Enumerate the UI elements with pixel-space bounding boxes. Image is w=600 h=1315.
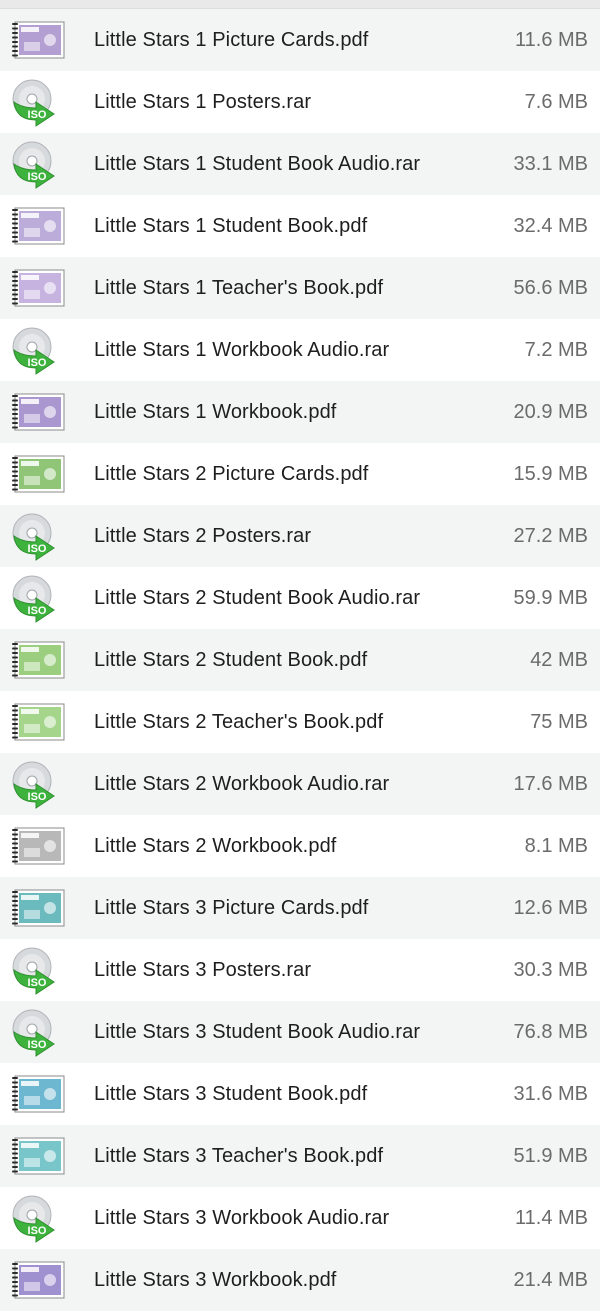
svg-text:ISO: ISO: [28, 1039, 47, 1051]
file-size: 30.3 MB: [513, 958, 588, 981]
file-row[interactable]: Little Stars 2 Teacher's Book.pdf 75 MB: [0, 691, 600, 753]
file-row[interactable]: Little Stars 1 Student Book.pdf 32.4 MB: [0, 195, 600, 257]
pdf-book-icon: [0, 877, 94, 939]
svg-text:ISO: ISO: [28, 109, 47, 121]
file-name: Little Stars 1 Student Book.pdf: [94, 214, 368, 237]
file-size: 76.8 MB: [513, 1020, 588, 1043]
file-name: Little Stars 2 Workbook.pdf: [94, 834, 337, 857]
pdf-book-icon: [0, 381, 94, 443]
file-row[interactable]: Little Stars 2 Student Book.pdf 42 MB: [0, 629, 600, 691]
window-top-edge: [0, 0, 600, 9]
file-name: Little Stars 3 Student Book Audio.rar: [94, 1020, 421, 1043]
pdf-book-icon: [0, 1125, 94, 1187]
pdf-book-icon: [0, 257, 94, 319]
file-name: Little Stars 1 Posters.rar: [94, 90, 312, 113]
file-size: 32.4 MB: [513, 214, 588, 237]
file-name: Little Stars 1 Picture Cards.pdf: [94, 28, 369, 51]
file-size: 11.6 MB: [515, 28, 588, 51]
file-size: 12.6 MB: [513, 896, 588, 919]
file-name: Little Stars 1 Workbook Audio.rar: [94, 338, 390, 361]
file-size: 51.9 MB: [513, 1144, 588, 1167]
file-name: Little Stars 1 Workbook.pdf: [94, 400, 337, 423]
file-row[interactable]: ISO Little Stars 1 Workbook Audio.rar 7.2 …: [0, 319, 600, 381]
svg-text:ISO: ISO: [28, 791, 47, 803]
file-size: 11.4 MB: [515, 1206, 588, 1229]
file-size: 21.4 MB: [513, 1268, 588, 1291]
file-size: 31.6 MB: [513, 1082, 588, 1105]
file-row[interactable]: ISO Little Stars 3 Workbook Audio.rar 11.4…: [0, 1187, 600, 1249]
svg-text:ISO: ISO: [28, 605, 47, 617]
file-size: 56.6 MB: [513, 276, 588, 299]
file-name: Little Stars 3 Student Book.pdf: [94, 1082, 368, 1105]
file-size: 15.9 MB: [513, 462, 588, 485]
file-name: Little Stars 1 Teacher's Book.pdf: [94, 276, 384, 299]
pdf-book-icon: [0, 443, 94, 505]
file-name: Little Stars 2 Picture Cards.pdf: [94, 462, 369, 485]
file-row[interactable]: ISO Little Stars 3 Posters.rar 30.3 MB: [0, 939, 600, 1001]
file-name: Little Stars 3 Posters.rar: [94, 958, 312, 981]
pdf-book-icon: [0, 9, 94, 71]
file-row[interactable]: ISO Little Stars 1 Posters.rar 7.6 MB: [0, 71, 600, 133]
file-size: 75 MB: [530, 710, 588, 733]
iso-disc-icon: ISO: [0, 753, 94, 815]
file-size: 27.2 MB: [513, 524, 588, 547]
file-size: 42 MB: [530, 648, 588, 671]
iso-disc-icon: ISO: [0, 1001, 94, 1063]
file-row[interactable]: Little Stars 2 Workbook.pdf 8.1 MB: [0, 815, 600, 877]
pdf-book-icon: [0, 1063, 94, 1125]
file-name: Little Stars 2 Workbook Audio.rar: [94, 772, 390, 795]
iso-disc-icon: ISO: [0, 1187, 94, 1249]
file-size: 7.2 MB: [524, 338, 588, 361]
file-size: 33.1 MB: [513, 152, 588, 175]
file-name: Little Stars 3 Picture Cards.pdf: [94, 896, 369, 919]
file-name: Little Stars 1 Student Book Audio.rar: [94, 152, 421, 175]
iso-disc-icon: ISO: [0, 71, 94, 133]
iso-disc-icon: ISO: [0, 939, 94, 1001]
svg-text:ISO: ISO: [28, 543, 47, 555]
file-name: Little Stars 3 Teacher's Book.pdf: [94, 1144, 384, 1167]
svg-text:ISO: ISO: [28, 357, 47, 369]
file-list: Little Stars 1 Picture Cards.pdf 11.6 MB I…: [0, 9, 600, 1311]
pdf-book-icon: [0, 691, 94, 753]
svg-text:ISO: ISO: [28, 171, 47, 183]
file-row[interactable]: Little Stars 3 Picture Cards.pdf 12.6 MB: [0, 877, 600, 939]
file-row[interactable]: ISO Little Stars 2 Workbook Audio.rar 17.6…: [0, 753, 600, 815]
svg-text:ISO: ISO: [28, 1225, 47, 1237]
iso-disc-icon: ISO: [0, 133, 94, 195]
file-size: 7.6 MB: [524, 90, 588, 113]
svg-text:ISO: ISO: [28, 977, 47, 989]
pdf-book-icon: [0, 629, 94, 691]
file-row[interactable]: Little Stars 1 Teacher's Book.pdf 56.6 MB: [0, 257, 600, 319]
file-name: Little Stars 2 Student Book Audio.rar: [94, 586, 421, 609]
file-row[interactable]: ISO Little Stars 2 Posters.rar 27.2 MB: [0, 505, 600, 567]
file-name: Little Stars 3 Workbook.pdf: [94, 1268, 337, 1291]
file-name: Little Stars 3 Workbook Audio.rar: [94, 1206, 390, 1229]
pdf-book-icon: [0, 815, 94, 877]
iso-disc-icon: ISO: [0, 319, 94, 381]
file-row[interactable]: ISO Little Stars 1 Student Book Audio.rar…: [0, 133, 600, 195]
iso-disc-icon: ISO: [0, 505, 94, 567]
file-size: 20.9 MB: [513, 400, 588, 423]
file-row[interactable]: Little Stars 1 Picture Cards.pdf 11.6 MB: [0, 9, 600, 71]
file-row[interactable]: ISO Little Stars 2 Student Book Audio.rar…: [0, 567, 600, 629]
file-name: Little Stars 2 Posters.rar: [94, 524, 312, 547]
file-name: Little Stars 2 Teacher's Book.pdf: [94, 710, 384, 733]
file-row[interactable]: Little Stars 3 Student Book.pdf 31.6 MB: [0, 1063, 600, 1125]
pdf-book-icon: [0, 1249, 94, 1311]
file-row[interactable]: Little Stars 3 Teacher's Book.pdf 51.9 MB: [0, 1125, 600, 1187]
file-size: 17.6 MB: [513, 772, 588, 795]
file-row[interactable]: ISO Little Stars 3 Student Book Audio.rar…: [0, 1001, 600, 1063]
file-size: 59.9 MB: [513, 586, 588, 609]
iso-disc-icon: ISO: [0, 567, 94, 629]
file-row[interactable]: Little Stars 2 Picture Cards.pdf 15.9 MB: [0, 443, 600, 505]
file-size: 8.1 MB: [524, 834, 588, 857]
file-row[interactable]: Little Stars 3 Workbook.pdf 21.4 MB: [0, 1249, 600, 1311]
pdf-book-icon: [0, 195, 94, 257]
file-name: Little Stars 2 Student Book.pdf: [94, 648, 368, 671]
file-row[interactable]: Little Stars 1 Workbook.pdf 20.9 MB: [0, 381, 600, 443]
